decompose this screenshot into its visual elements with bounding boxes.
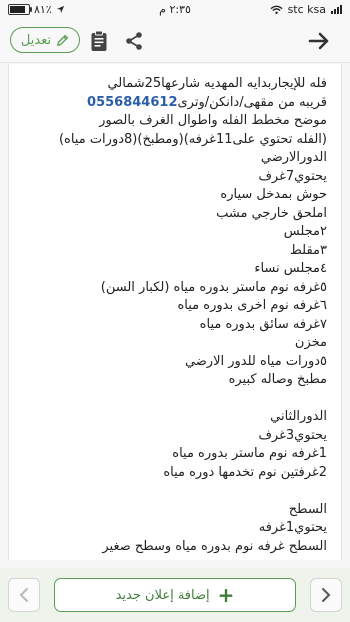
add-ad-label: إضافة إعلان جديد (115, 587, 210, 603)
status-bar: ٨١٪ ٢:٣٥ م stc ksa (0, 0, 350, 20)
clipboard-button[interactable] (86, 27, 112, 55)
ad-line: ٥غرفه نوم ماستر بدوره مياه (لكبار السن) (100, 279, 327, 295)
ad-line: الدورالثاني (270, 409, 327, 424)
status-right: stc ksa (270, 3, 342, 16)
ad-line: ٥دورات مياه للدور الارضي (184, 353, 327, 369)
ad-line: موضح مخطط الفله واطوال الغرف بالصور (99, 113, 327, 128)
ad-lines: (الفله تحتوي على11غرفه)(ومطبخ)(8دورات مي… (23, 131, 327, 557)
ad-blank-line (23, 482, 327, 501)
ad-line: 2غرفتين نوم تخدمها دوره مياه (163, 464, 327, 480)
chevron-right-icon (322, 588, 331, 602)
share-icon (126, 32, 142, 50)
ad-description: فله للإيجاربدايه المهديه شارعها25شمالي ق… (9, 64, 341, 556)
share-button[interactable] (120, 27, 148, 55)
ad-line: املحق خارجي مشب (216, 205, 327, 221)
ad-line: مخزن (294, 335, 327, 350)
chevron-left-icon (19, 588, 28, 602)
bottom-bar: + إضافة إعلان جديد (0, 568, 350, 622)
forward-button[interactable] (304, 26, 334, 56)
ad-line: يحتوي3غرف (258, 427, 327, 443)
edit-label: تعديل (20, 32, 52, 48)
phone-link[interactable]: 0556844612 (87, 95, 177, 110)
wifi-icon (270, 5, 283, 14)
ad-line: (الفله تحتوي على11غرفه)(ومطبخ)(8دورات مي… (58, 131, 327, 147)
ad-line: مطبخ وصاله كبيره (228, 372, 327, 387)
ad-line: 1غرفه نوم ماستر بدوره مياه (172, 446, 327, 461)
ad-line: حوش بمدخل سياره (220, 187, 327, 202)
clipboard-icon (91, 30, 107, 51)
ad-line: السطح (288, 501, 327, 517)
arrow-right-icon (308, 32, 329, 50)
ad-line: ٢مجلس (283, 224, 327, 239)
add-new-ad-button[interactable]: + إضافة إعلان جديد (54, 578, 296, 612)
ad-line-phone: قريبه من مقهى/دانكن/وترى0556844612 (23, 94, 327, 113)
ad-line: السطح غرفه نوم بدوره مياه وسطح صغير (102, 538, 327, 554)
signal-icon (331, 5, 342, 14)
ad-line: الدورالارضي (260, 150, 327, 165)
ad-line: ٦غرفه نوم اخرى بدوره مياه (177, 298, 327, 313)
ad-line: ٧غرفه سائق بدوره مياه (199, 316, 327, 332)
edit-button[interactable]: تعديل (10, 27, 80, 53)
ad-line: ٣مقلط (289, 242, 327, 258)
carrier-name: stc ksa (287, 3, 326, 16)
ad-line: يحتوي1غرفه (258, 520, 327, 535)
ad-blank-line (23, 390, 327, 409)
ad-content: فله للإيجاربدايه المهديه شارعها25شمالي ق… (8, 64, 342, 560)
toolbar: تعديل (0, 20, 350, 63)
previous-button[interactable] (8, 578, 40, 612)
ad-line: يحتوي7غرف (258, 168, 327, 184)
pencil-icon (57, 34, 69, 46)
ad-line: ٤مجلس نساء (254, 261, 327, 276)
next-button[interactable] (310, 578, 342, 612)
ad-line: فله للإيجاربدايه المهديه شارعها25شمالي (107, 76, 327, 91)
ad-text: قريبه من مقهى/دانكن/وترى (177, 94, 328, 110)
plus-icon: + (217, 583, 235, 607)
